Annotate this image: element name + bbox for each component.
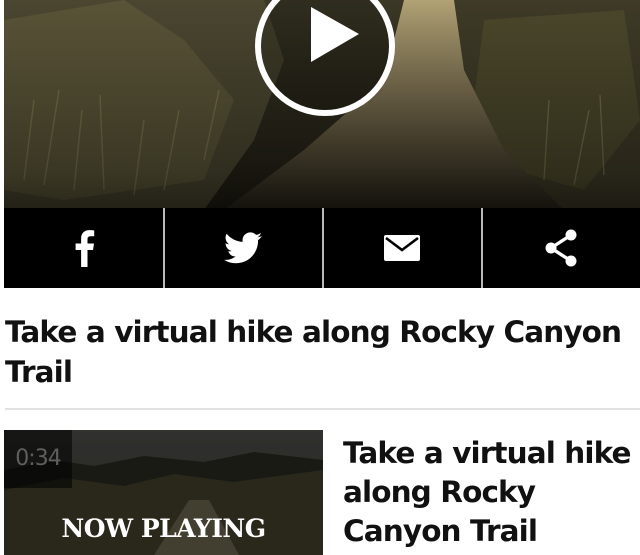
playlist-item-title[interactable]: Take a virtual hike along Rocky Canyon T… [343,434,635,551]
share-icon [545,229,576,267]
share-twitter-button[interactable] [163,208,322,288]
play-icon [311,7,359,62]
divider [5,408,640,410]
now-playing-label: NOW PLAYING [61,514,266,543]
twitter-icon [223,232,262,264]
share-more-button[interactable] [481,208,640,288]
playlist-item[interactable]: 0:34 NOW PLAYING Take a virtual hike alo… [0,430,640,555]
video-headline: Take a virtual hike along Rocky Canyon T… [5,315,622,389]
duration-badge: 0:34 [4,430,72,488]
playlist-item-thumbnail[interactable]: 0:34 NOW PLAYING [4,430,323,555]
share-facebook-button[interactable] [4,208,163,288]
play-button[interactable] [255,0,395,116]
share-bar [4,208,640,288]
video-article-page: Take a virtual hike along Rocky Canyon T… [0,0,640,555]
email-icon [383,235,420,261]
video-player[interactable] [4,0,640,288]
share-email-button[interactable] [322,208,481,288]
facebook-icon [75,230,94,267]
